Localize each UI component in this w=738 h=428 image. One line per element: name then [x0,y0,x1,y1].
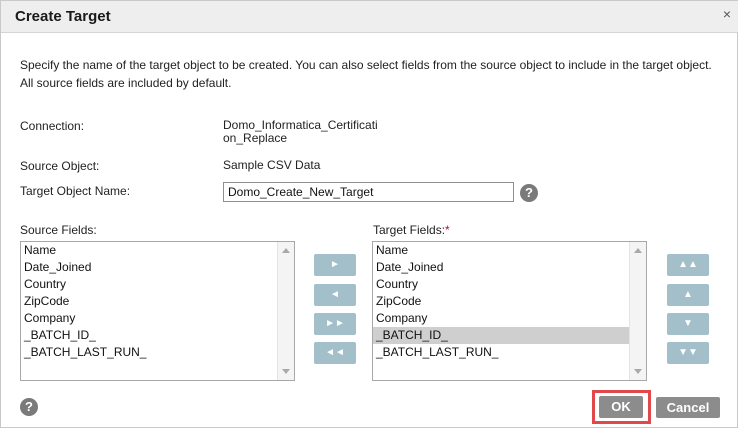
list-item[interactable]: Date_Joined [21,259,278,276]
move-bottom-button[interactable]: ▼▼ [667,342,709,364]
target-fields-list[interactable]: Name Date_Joined Country ZipCode Company _BAT… [372,241,647,381]
source-fields-scrollbar[interactable] [277,242,294,380]
list-item[interactable]: ZipCode [373,293,630,310]
help-icon[interactable]: ? [520,184,538,202]
connection-value-line2: on_Replace [223,131,288,145]
ok-button[interactable]: OK [599,396,643,418]
list-item[interactable]: Company [373,310,630,327]
connection-value: Domo_Informatica_Certificati on_Replace [223,119,378,145]
source-fields-label: Source Fields: [20,223,97,237]
create-target-dialog: Create Target × Specify the name of the … [0,0,738,428]
required-marker: * [445,223,450,237]
dialog-title: Create Target [15,8,111,25]
target-object-name-label: Target Object Name: [20,184,131,198]
target-fields-label: Target Fields:* [373,223,450,237]
list-item[interactable]: ZipCode [21,293,278,310]
remove-all-fields-button[interactable]: ◄◄ [314,342,356,364]
list-item[interactable]: _BATCH_LAST_RUN_ [373,344,630,361]
scroll-up-icon[interactable] [282,248,290,253]
list-item[interactable]: _BATCH_ID_ [373,327,630,344]
move-top-button[interactable]: ▲▲ [667,254,709,276]
remove-field-button[interactable]: ◄ [314,284,356,306]
source-object-value: Sample CSV Data [223,158,321,172]
list-item[interactable]: _BATCH_LAST_RUN_ [21,344,278,361]
target-object-name-input[interactable] [223,182,514,202]
target-fields-scrollbar[interactable] [629,242,646,380]
source-object-label: Source Object: [20,159,100,173]
move-down-button[interactable]: ▼ [667,313,709,335]
add-all-fields-button[interactable]: ►► [314,313,356,335]
scroll-up-icon[interactable] [634,248,642,253]
add-field-button[interactable]: ► [314,254,356,276]
scroll-down-icon[interactable] [634,369,642,374]
target-fields-label-text: Target Fields: [373,223,446,237]
dialog-description: Specify the name of the target object to… [20,58,712,90]
list-item[interactable]: Name [21,242,278,259]
list-item[interactable]: Date_Joined [373,259,630,276]
list-item[interactable]: _BATCH_ID_ [21,327,278,344]
title-bar: Create Target × [1,1,738,33]
close-icon[interactable]: × [723,6,731,22]
move-up-button[interactable]: ▲ [667,284,709,306]
cancel-button[interactable]: Cancel [656,397,720,418]
list-item[interactable]: Country [21,276,278,293]
source-fields-items: Name Date_Joined Country ZipCode Company _BAT… [21,242,278,361]
list-item[interactable]: Country [373,276,630,293]
list-item[interactable]: Company [21,310,278,327]
target-fields-items: Name Date_Joined Country ZipCode Company _BAT… [373,242,630,361]
footer-help-icon[interactable]: ? [20,398,38,416]
source-fields-list[interactable]: Name Date_Joined Country ZipCode Company _BAT… [20,241,295,381]
connection-label: Connection: [20,119,85,133]
list-item[interactable]: Name [373,242,630,259]
scroll-down-icon[interactable] [282,369,290,374]
